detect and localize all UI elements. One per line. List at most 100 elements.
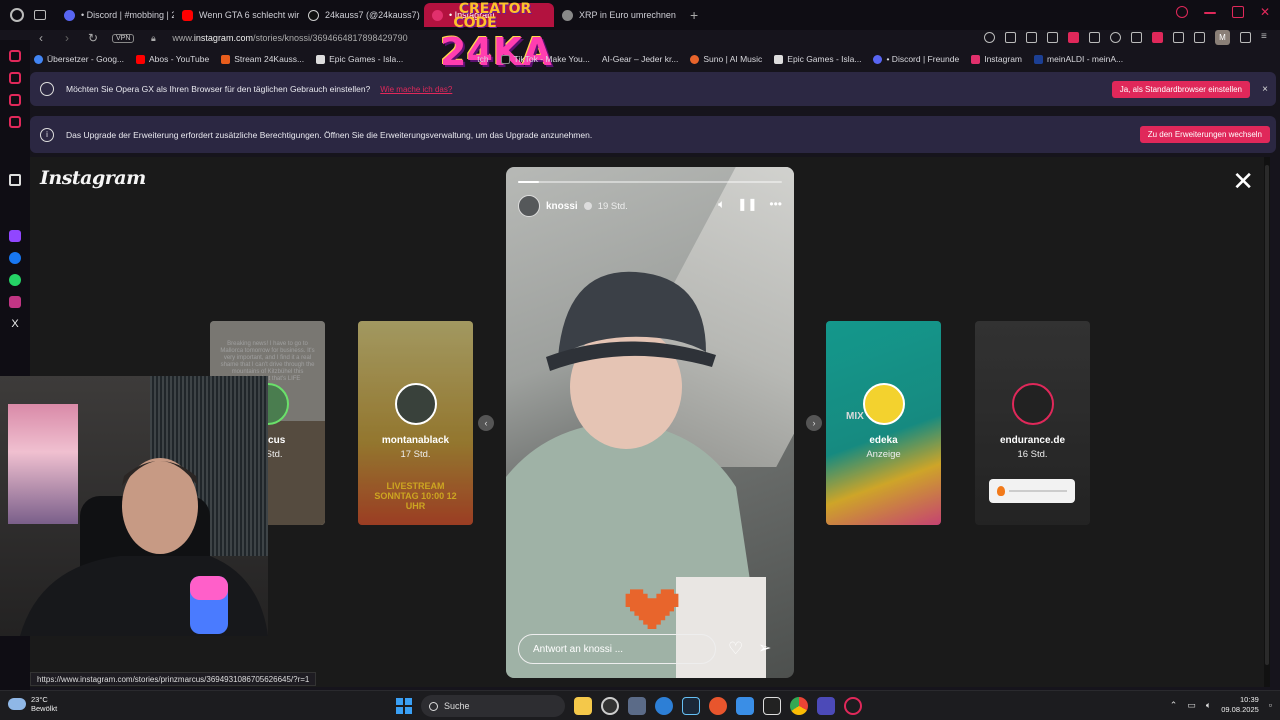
new-tab-button[interactable]: +	[682, 7, 706, 23]
bookmark-translator[interactable]: Übersetzer - Goog...	[34, 54, 124, 64]
instagram-logo[interactable]: Instagram	[40, 167, 146, 189]
pause-icon[interactable]: ❚❚	[737, 197, 757, 212]
chevron-up-icon[interactable]: ⌃	[1170, 700, 1178, 711]
vegas-icon[interactable]	[817, 697, 835, 715]
profile-avatar[interactable]: M	[1215, 30, 1230, 45]
whatsapp-icon[interactable]	[9, 274, 21, 286]
lock-icon[interactable]: 🔒︎	[146, 33, 160, 44]
vpn-badge[interactable]: VPN	[112, 33, 135, 43]
like-heart-icon[interactable]: ♡	[728, 639, 743, 659]
story-author-name[interactable]: knossi	[546, 201, 578, 212]
opera-info-icon	[40, 82, 54, 96]
tiktok-icon	[500, 54, 510, 64]
file-explorer-icon[interactable]	[574, 697, 592, 715]
scrollbar-thumb[interactable]	[1265, 165, 1269, 665]
gx-corner-icon[interactable]	[9, 72, 21, 84]
instagram-sidebar-icon[interactable]	[9, 296, 21, 308]
volume-tray-icon[interactable]: 🔈︎	[1206, 700, 1211, 711]
messenger-icon[interactable]	[9, 252, 21, 264]
steam-icon[interactable]	[682, 697, 700, 715]
set-default-button[interactable]: Ja, als Standardbrowser einstellen	[1111, 80, 1250, 98]
aria-icon[interactable]	[9, 174, 21, 186]
previous-story-button[interactable]: ‹	[478, 415, 494, 431]
discord-icon	[873, 54, 883, 64]
reply-input[interactable]: Antwort an knossi ...	[518, 634, 716, 664]
story-card-endurance[interactable]: endurance.de 16 Std.	[975, 321, 1090, 525]
tab-youtube[interactable]: Wenn GTA 6 schlecht wir	[174, 3, 300, 27]
bookmark-stream[interactable]: Stream 24Kauss...	[221, 54, 304, 64]
next-story-button[interactable]: ›	[806, 415, 822, 431]
opera-logo-icon[interactable]	[10, 8, 24, 22]
more-options-icon[interactable]: •••	[769, 197, 782, 212]
youtube-icon	[136, 54, 146, 64]
close-window-icon[interactable]: ✕	[1260, 6, 1272, 18]
story-author-avatar[interactable]	[518, 195, 540, 217]
volume-icon[interactable]: 🔈︎	[718, 197, 725, 212]
close-notification-icon[interactable]: ×	[1262, 84, 1268, 95]
sync-app-icon[interactable]	[655, 697, 673, 715]
bookmark-instagram[interactable]: Instagram	[971, 54, 1022, 64]
calculator-icon[interactable]	[628, 697, 646, 715]
zoom-icon[interactable]	[984, 32, 995, 43]
menu-icon[interactable]: ≡	[1261, 32, 1272, 43]
player-icon[interactable]	[9, 116, 21, 128]
bookmark-tiktok[interactable]: TikTok - Make You...	[500, 54, 590, 64]
back-icon[interactable]: ‹	[34, 31, 48, 45]
forward-icon[interactable]: ›	[60, 31, 74, 45]
tab-list-icon[interactable]	[34, 10, 46, 20]
obs-icon[interactable]	[601, 697, 619, 715]
heart-icon[interactable]	[1110, 32, 1121, 43]
extension-icon[interactable]	[1047, 32, 1058, 43]
weather-widget[interactable]: 23°C Bewölkt	[8, 695, 57, 713]
main-story[interactable]: knossi 19 Std. 🔈︎ ❚❚ ••• Antwort an knos…	[506, 167, 794, 678]
play-icon[interactable]	[1089, 32, 1100, 43]
windows-start-icon[interactable]	[396, 698, 412, 714]
bookmark-label: • Discord | Freunde	[886, 54, 960, 64]
speed-dial-icon[interactable]	[1194, 32, 1205, 43]
bookmark-discord[interactable]: • Discord | Freunde	[873, 54, 959, 64]
bookmark-ai-gear[interactable]: AI-Gear – Jeder kr...	[602, 54, 679, 64]
adblock-icon[interactable]	[1152, 32, 1163, 43]
bookmark-twitch[interactable]: tch	[477, 54, 488, 64]
wallet-icon[interactable]	[1131, 32, 1142, 43]
twitch-sidebar-icon[interactable]	[9, 94, 21, 106]
reload-icon[interactable]: ↻	[86, 31, 100, 45]
pin-icon[interactable]	[1005, 32, 1016, 43]
snapshot-icon[interactable]	[1026, 32, 1037, 43]
twitch-icon[interactable]	[9, 230, 21, 242]
download-icon[interactable]	[1240, 32, 1251, 43]
close-stories-icon[interactable]: ✕	[1232, 168, 1254, 194]
bookmark-aldi[interactable]: meinALDI - meinA...	[1034, 54, 1123, 64]
bookmark-epic-games[interactable]: Epic Games - Isla...	[316, 54, 403, 64]
maximize-icon[interactable]	[1232, 6, 1244, 18]
windows-taskbar: 23°C Bewölkt Suche ⌃ ▭ 🔈︎ 10:39 09.08.20…	[0, 690, 1280, 720]
bookmark-suno[interactable]: Suno | AI Music	[690, 54, 762, 64]
tab-label: XRP in Euro umrechnen	[579, 10, 676, 20]
send-share-icon[interactable]: ➢	[758, 638, 771, 658]
chrome-icon[interactable]	[790, 697, 808, 715]
x-icon[interactable]: X	[9, 318, 21, 330]
story-card-edeka[interactable]: MIX edeka Anzeige	[826, 321, 941, 525]
go-to-extensions-button[interactable]: Zu den Erweiterungen wechseln	[1139, 126, 1270, 143]
page-scrollbar[interactable]	[1264, 157, 1270, 687]
clock[interactable]: 10:39 09.08.2025	[1221, 695, 1259, 715]
puzzle-icon[interactable]	[1173, 32, 1184, 43]
story-card-montanablack[interactable]: LIVESTREAM SONNTAG 10:00 12 UHR montanab…	[358, 321, 473, 525]
epic-games-taskbar-icon[interactable]	[763, 697, 781, 715]
opera-gx-taskbar-icon[interactable]	[844, 697, 862, 715]
shield-icon[interactable]	[1068, 32, 1079, 43]
gx-control-icon[interactable]	[9, 50, 21, 62]
app-icon[interactable]	[736, 697, 754, 715]
game-launcher-icon[interactable]	[709, 697, 727, 715]
network-icon[interactable]: ▭	[1187, 700, 1196, 711]
tab-discord[interactable]: • Discord | #mobbing | 24	[56, 3, 174, 27]
url-field[interactable]: www.instagram.com/stories/knossi/3694664…	[172, 33, 407, 43]
notifications-icon[interactable]: ▫	[1269, 700, 1272, 710]
bookmark-youtube[interactable]: Abos - YouTube	[136, 54, 209, 64]
minimize-icon[interactable]	[1204, 12, 1216, 14]
taskbar-search[interactable]: Suche	[421, 695, 565, 717]
search-tabs-icon[interactable]	[1176, 6, 1188, 18]
bookmark-epic-games-2[interactable]: Epic Games - Isla...	[774, 54, 861, 64]
how-to-link[interactable]: Wie mache ich das?	[380, 85, 452, 94]
tab-xrp[interactable]: XRP in Euro umrechnen	[554, 3, 682, 27]
